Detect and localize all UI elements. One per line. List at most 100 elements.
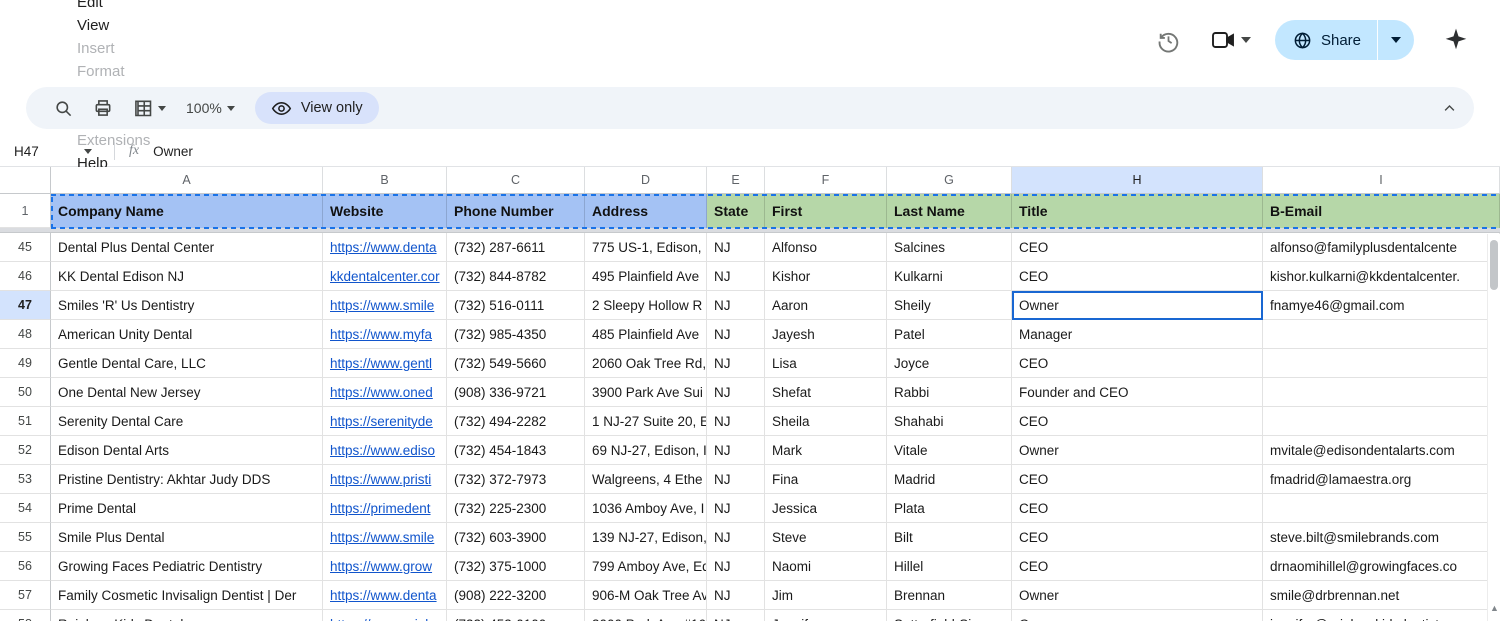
column-header[interactable]: B	[323, 167, 447, 193]
cell-last-name[interactable]: Plata	[887, 494, 1012, 523]
cell-address[interactable]: 906-M Oak Tree Av	[585, 581, 707, 610]
cell-state[interactable]: NJ	[707, 523, 765, 552]
cell-state[interactable]: NJ	[707, 552, 765, 581]
cell-first-name[interactable]: Fina	[765, 465, 887, 494]
cell-email[interactable]: alfonso@familyplusdentalcente	[1263, 233, 1500, 262]
cell-address[interactable]: 495 Plainfield Ave	[585, 262, 707, 291]
cell-title[interactable]: CEO	[1012, 465, 1263, 494]
header-cell[interactable]: Company Name	[51, 194, 323, 228]
menu-item[interactable]: View	[68, 14, 316, 37]
cell-title[interactable]: CEO	[1012, 494, 1263, 523]
row-header[interactable]: 46	[0, 262, 51, 291]
cell-last-name[interactable]: Bilt	[887, 523, 1012, 552]
cell-first-name[interactable]: Jennifer	[765, 610, 887, 621]
cell-phone[interactable]: (732) 516-0111	[447, 291, 585, 320]
cell-state[interactable]: NJ	[707, 494, 765, 523]
print-icon[interactable]	[83, 92, 123, 124]
cell-address[interactable]: 3000 Park Ave #16	[585, 610, 707, 621]
cell-website[interactable]: https://www.oned	[323, 378, 447, 407]
cell-address[interactable]: 1 NJ-27 Suite 20, E	[585, 407, 707, 436]
cell-address[interactable]: 799 Amboy Ave, Ed	[585, 552, 707, 581]
cell-title[interactable]: CEO	[1012, 407, 1263, 436]
cell-phone[interactable]: (732) 375-1000	[447, 552, 585, 581]
cell-website[interactable]: https://www.grow	[323, 552, 447, 581]
cell-title[interactable]: CEO	[1012, 233, 1263, 262]
cell-last-name[interactable]: Salcines	[887, 233, 1012, 262]
row-header[interactable]: 57	[0, 581, 51, 610]
cell-first-name[interactable]: Kishor	[765, 262, 887, 291]
cell-state[interactable]: NJ	[707, 465, 765, 494]
column-header[interactable]: A	[51, 167, 323, 193]
cell-title[interactable]: CEO	[1012, 262, 1263, 291]
cell-company[interactable]: Rainbow Kids Dental	[51, 610, 323, 621]
row-header[interactable]: 52	[0, 436, 51, 465]
cell-email[interactable]	[1263, 320, 1500, 349]
row-header[interactable]: 54	[0, 494, 51, 523]
cell-state[interactable]: NJ	[707, 407, 765, 436]
header-cell[interactable]: First	[765, 194, 887, 228]
header-cell[interactable]: Phone Number	[447, 194, 585, 228]
cell-first-name[interactable]: Lisa	[765, 349, 887, 378]
cell-email[interactable]: kishor.kulkarni@kkdentalcenter.	[1263, 262, 1500, 291]
cell-last-name[interactable]: Hillel	[887, 552, 1012, 581]
cell-last-name[interactable]: Madrid	[887, 465, 1012, 494]
meet-dropdown-caret[interactable]	[1240, 37, 1251, 43]
cell-first-name[interactable]: Mark	[765, 436, 887, 465]
cell-company[interactable]: Gentle Dental Care, LLC	[51, 349, 323, 378]
cell-website[interactable]: https://www.ediso	[323, 436, 447, 465]
cell-last-name[interactable]: Joyce	[887, 349, 1012, 378]
cell-state[interactable]: NJ	[707, 581, 765, 610]
cell-last-name[interactable]: Patel	[887, 320, 1012, 349]
column-header[interactable]: D	[585, 167, 707, 193]
cell-address[interactable]: 775 US-1, Edison,	[585, 233, 707, 262]
website-link[interactable]: https://serenityde	[330, 414, 433, 429]
cell-email[interactable]: fnamye46@gmail.com	[1263, 291, 1500, 320]
website-link[interactable]: kkdentalcenter.cor	[330, 269, 440, 284]
cell-email[interactable]: drnaomihillel@growingfaces.co	[1263, 552, 1500, 581]
cell-company[interactable]: KK Dental Edison NJ	[51, 262, 323, 291]
cell-company[interactable]: American Unity Dental	[51, 320, 323, 349]
cell-first-name[interactable]: Shefat	[765, 378, 887, 407]
cell-website[interactable]: kkdentalcenter.cor	[323, 262, 447, 291]
cell-address[interactable]: 2060 Oak Tree Rd,	[585, 349, 707, 378]
cell-title[interactable]: CEO	[1012, 523, 1263, 552]
cell-first-name[interactable]: Aaron	[765, 291, 887, 320]
cell-title[interactable]: Owner	[1012, 581, 1263, 610]
menu-item[interactable]: Insert	[68, 37, 316, 60]
cell-state[interactable]: NJ	[707, 436, 765, 465]
cell-state[interactable]: NJ	[707, 291, 765, 320]
cell-website[interactable]: https://www.gentl	[323, 349, 447, 378]
website-link[interactable]: https://www.myfa	[330, 327, 432, 342]
cell-email[interactable]: mvitale@edisondentalarts.com	[1263, 436, 1500, 465]
version-history-icon[interactable]	[1151, 22, 1187, 58]
select-all-corner[interactable]	[0, 167, 51, 193]
cell-website[interactable]: https://www.rainb	[323, 610, 447, 621]
cell-website[interactable]: https://www.smile	[323, 523, 447, 552]
cell-first-name[interactable]: Steve	[765, 523, 887, 552]
cell-phone[interactable]: (732) 844-8782	[447, 262, 585, 291]
cell-company[interactable]: Pristine Dentistry: Akhtar Judy DDS	[51, 465, 323, 494]
cell-last-name[interactable]: Sutterfield-Si	[887, 610, 1012, 621]
website-link[interactable]: https://www.gentl	[330, 356, 432, 371]
column-header[interactable]: G	[887, 167, 1012, 193]
cell-company[interactable]: Family Cosmetic Invisalign Dentist | Der	[51, 581, 323, 610]
zoom-dropdown[interactable]: 100%	[176, 92, 245, 124]
cell-address[interactable]: 2 Sleepy Hollow R	[585, 291, 707, 320]
cell-website[interactable]: https://serenityde	[323, 407, 447, 436]
header-cell[interactable]: State	[707, 194, 765, 228]
view-only-mode-button[interactable]: View only	[254, 92, 379, 124]
cell-address[interactable]: 69 NJ-27, Edison, I	[585, 436, 707, 465]
website-link[interactable]: https://www.ediso	[330, 443, 435, 458]
row-header[interactable]: 58	[0, 610, 51, 621]
table-format-dropdown[interactable]	[123, 92, 176, 124]
scroll-up-icon[interactable]: ▲	[1488, 601, 1500, 615]
meet-call-button[interactable]	[1211, 29, 1251, 51]
cell-company[interactable]: Smiles 'R' Us Dentistry	[51, 291, 323, 320]
cell-address[interactable]: 485 Plainfield Ave	[585, 320, 707, 349]
website-link[interactable]: https://www.smile	[330, 298, 434, 313]
row-header[interactable]: 1	[0, 194, 51, 228]
cell-website[interactable]: https://www.myfa	[323, 320, 447, 349]
cell-phone[interactable]: (732) 225-2300	[447, 494, 585, 523]
header-cell[interactable]: Website	[323, 194, 447, 228]
cell-address[interactable]: 139 NJ-27, Edison,	[585, 523, 707, 552]
